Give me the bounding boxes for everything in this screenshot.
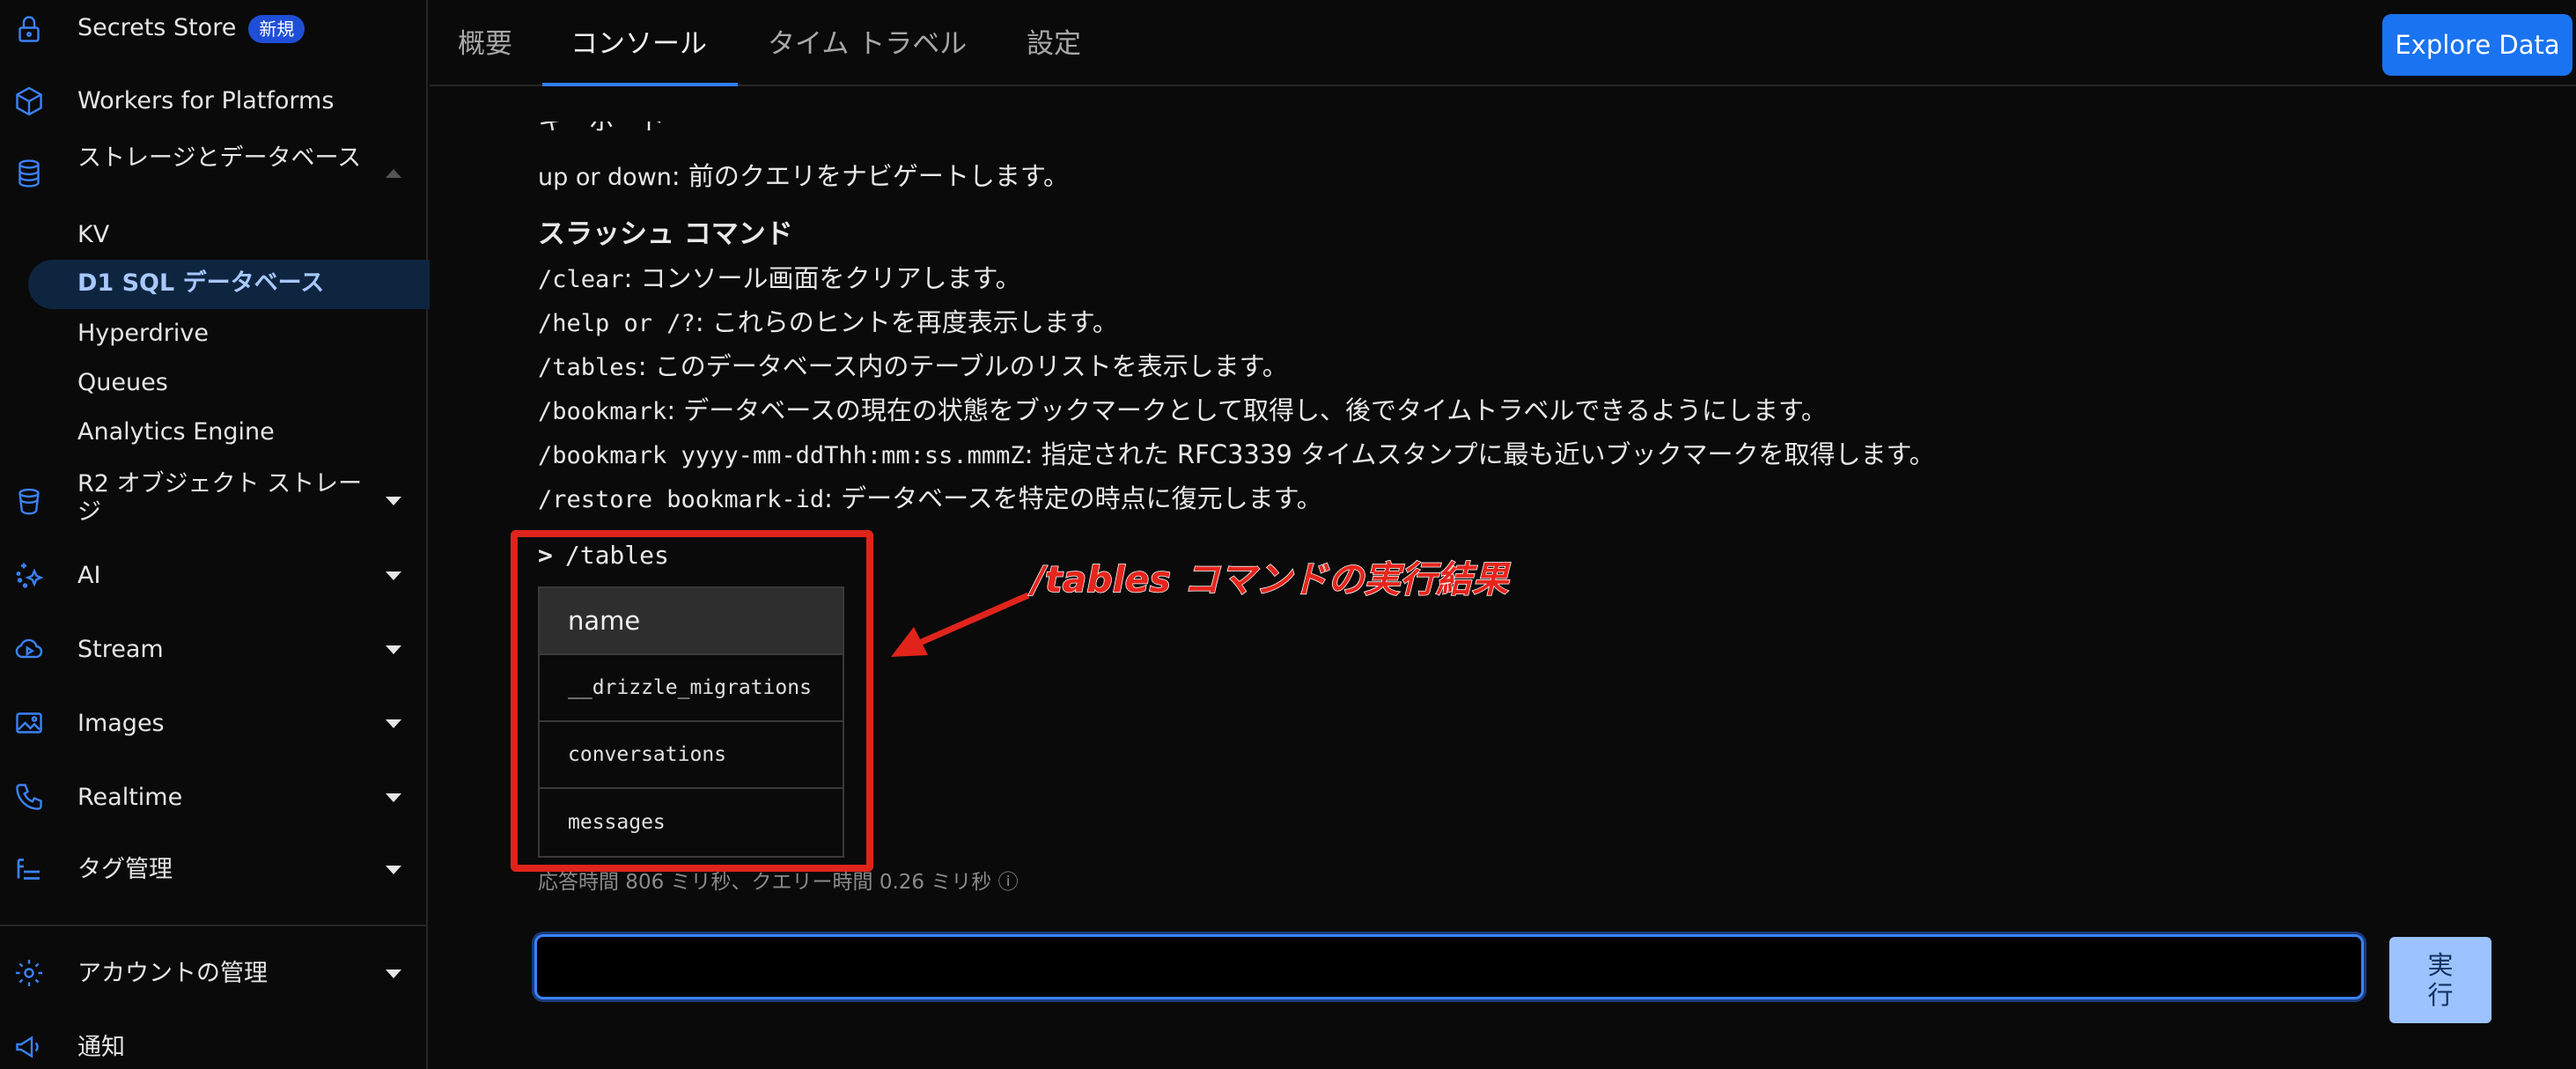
sidebar-subitem-hyperdrive[interactable]: Hyperdrive — [77, 319, 209, 349]
chevron-down-icon — [386, 866, 401, 874]
sidebar-item-tags[interactable]: タグ管理 — [0, 852, 428, 888]
sidebar-item-realtime[interactable]: Realtime — [0, 780, 428, 815]
chevron-down-icon — [386, 571, 401, 580]
top-tabs: 概要 コンソール タイム トラベル 設定 — [430, 0, 2576, 86]
new-badge: 新規 — [248, 14, 305, 43]
database-icon — [12, 157, 46, 190]
chevron-down-icon — [386, 793, 401, 802]
annotation-arrow-icon — [891, 592, 1030, 657]
help-line-tables: /tables: このデータベース内のテーブルのリストを表示します。 — [538, 349, 1288, 386]
sidebar-label-notifications: 通知 — [77, 1034, 125, 1061]
help-desc: : データベースを特定の時点に復元します。 — [824, 483, 1322, 513]
bucket-icon — [12, 484, 46, 518]
run-button-label-1: 実 — [2427, 950, 2454, 980]
console-query-input[interactable] — [534, 934, 2364, 999]
sidebar-subitem-analytics-engine[interactable]: Analytics Engine — [77, 417, 275, 447]
help-cmd: /tables — [538, 354, 638, 381]
chevron-down-icon — [386, 645, 401, 654]
sidebar-label-account: アカウントの管理 — [77, 960, 268, 987]
help-cmd: /restore bookmark-id — [538, 486, 825, 513]
tab-settings[interactable]: 設定 — [1027, 26, 1081, 62]
annotation-highlight-box — [511, 530, 873, 872]
sidebar-label-stream: Stream — [77, 636, 164, 663]
sidebar-subitem-d1[interactable]: D1 SQL データベース — [77, 269, 324, 299]
sidebar-label-ai: AI — [77, 562, 101, 589]
sidebar-item-storage[interactable]: ストレージとデータベース — [0, 144, 428, 204]
sidebar-label-realtime: Realtime — [77, 784, 183, 811]
help-desc: : このデータベース内のテーブルのリストを表示します。 — [637, 351, 1288, 381]
sidebar-subitem-kv[interactable]: KV — [77, 220, 109, 250]
chevron-down-icon — [386, 497, 401, 505]
sidebar-label-images: Images — [77, 710, 165, 737]
sidebar-item-workers-for-platforms[interactable]: Workers for Platforms — [0, 85, 428, 120]
help-line-navigation: up or down: 前のクエリをナビゲートします。 — [538, 159, 1069, 195]
annotation-label: /tables コマンドの実行結果 — [1031, 557, 1509, 601]
help-line-restore: /restore bookmark-id: データベースを特定の時点に復元します… — [538, 481, 1322, 518]
help-desc: : 指定された RFC3339 タイムスタンプに最も近いブックマークを取得します… — [1024, 439, 1935, 469]
cloud-play-icon — [12, 632, 46, 666]
sidebar-item-notifications[interactable]: 通知 — [0, 1030, 428, 1065]
sidebar-label-storage: ストレージとデータベース — [77, 144, 362, 172]
help-line-help: /help or /?: これらのヒントを再度表示します。 — [538, 305, 1118, 342]
cube-icon — [12, 85, 46, 118]
sidebar-item-r2[interactable]: R2 オブジェクト ストレージ — [0, 470, 428, 530]
active-tab-indicator — [542, 83, 738, 86]
megaphone-icon — [12, 1030, 46, 1064]
sparkle-icon — [12, 558, 46, 592]
explore-data-button[interactable]: Explore Data — [2382, 14, 2572, 76]
run-button-label-2: 行 — [2427, 980, 2454, 1010]
sidebar-label-workers-for-platforms: Workers for Platforms — [77, 87, 335, 114]
phone-icon — [12, 780, 46, 814]
tab-time-travel[interactable]: タイム トラベル — [768, 26, 967, 62]
help-desc: : データベースの現在の状態をブックマークとして取得し、後でタイムトラベルできる… — [666, 395, 1827, 425]
help-cmd: /help or /? — [538, 310, 696, 337]
tab-overview[interactable]: 概要 — [458, 26, 512, 62]
sidebar-divider — [0, 925, 428, 926]
sidebar-label-secrets-store: Secrets Store — [77, 14, 237, 41]
help-desc: : これらのヒントを再度表示します。 — [695, 307, 1118, 337]
help-cmd: /clear — [538, 266, 624, 293]
tab-console[interactable]: コンソール — [570, 26, 707, 62]
slash-commands-heading: スラッシュ コマンド — [538, 218, 793, 250]
chevron-down-icon — [386, 969, 401, 978]
help-desc: : コンソール画面をクリアします。 — [623, 263, 1021, 293]
clipped-heading: キーボード — [538, 122, 714, 136]
sidebar-item-images[interactable]: Images — [0, 706, 428, 741]
sidebar-subitem-queues[interactable]: Queues — [77, 368, 168, 398]
sidebar-item-stream[interactable]: Stream — [0, 632, 428, 667]
lock-icon — [12, 12, 46, 46]
sidebar-item-account[interactable]: アカウントの管理 — [0, 956, 428, 992]
help-line-bookmark-timestamp: /bookmark yyyy-mm-ddThh:mm:ss.mmmZ: 指定され… — [538, 437, 1935, 474]
help-nav-key: up or down — [538, 164, 672, 191]
sidebar: Secrets Store 新規 Workers for Platforms スト… — [0, 0, 430, 1069]
help-nav-desc: : 前のクエリをナビゲートします。 — [671, 161, 1069, 191]
run-button[interactable]: 実 行 — [2389, 937, 2491, 1023]
sidebar-item-ai[interactable]: AI — [0, 558, 428, 593]
help-cmd: /bookmark — [538, 398, 667, 425]
gear-icon — [12, 956, 46, 990]
chevron-up-icon — [386, 169, 401, 178]
help-line-bookmark: /bookmark: データベースの現在の状態をブックマークとして取得し、後でタ… — [538, 393, 1827, 430]
help-cmd: /bookmark yyyy-mm-ddThh:mm:ss.mmmZ — [538, 442, 1025, 469]
image-icon — [12, 706, 46, 740]
sidebar-item-secrets-store[interactable]: Secrets Store 新規 — [0, 11, 428, 46]
chevron-down-icon — [386, 719, 401, 728]
list-tree-icon — [12, 852, 46, 886]
sidebar-label-r2: R2 オブジェクト ストレージ — [77, 470, 363, 526]
sidebar-label-tags: タグ管理 — [77, 856, 173, 883]
help-line-clear: /clear: コンソール画面をクリアします。 — [538, 261, 1021, 298]
